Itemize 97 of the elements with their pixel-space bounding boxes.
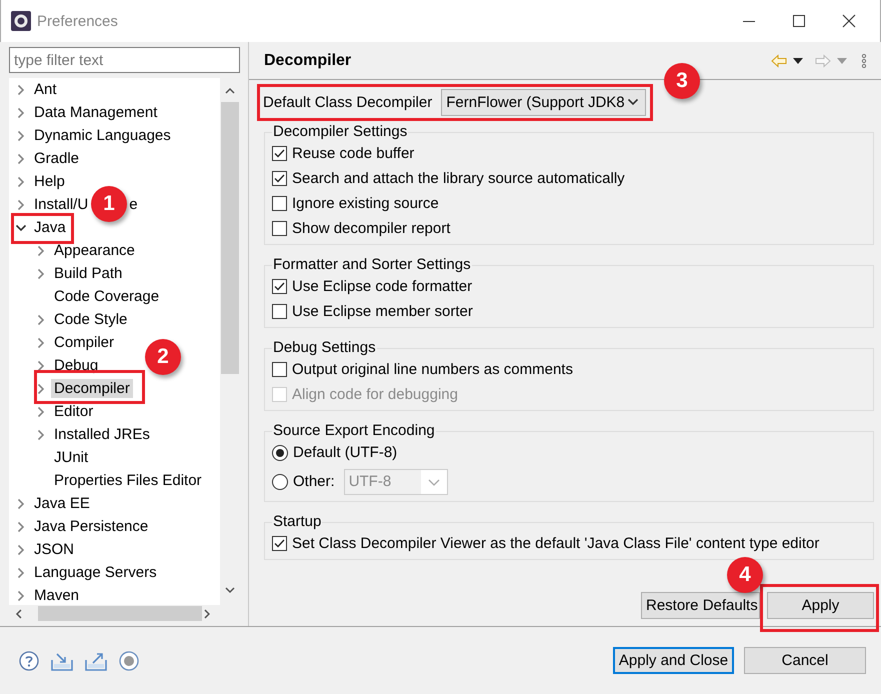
group-title: Startup (272, 513, 322, 531)
tree-item[interactable]: Code Coverage (51, 287, 162, 306)
restore-defaults-button[interactable]: Restore Defaults (641, 592, 760, 619)
checkbox-label: Reuse code buffer (292, 145, 414, 162)
radio-button[interactable] (272, 444, 288, 460)
chevron-right-icon[interactable] (37, 428, 45, 440)
chevron-right-icon[interactable] (17, 498, 25, 510)
tree-item[interactable]: Language Servers (31, 563, 160, 582)
checkbox-label: Use Eclipse code formatter (292, 278, 472, 295)
chevron-right-icon[interactable] (37, 406, 45, 418)
checkbox-label: Use Eclipse member sorter (292, 303, 473, 320)
tree-item[interactable]: Decompiler (51, 379, 133, 398)
radio-label: Default (UTF-8) (293, 444, 398, 461)
group-title: Debug Settings (272, 339, 377, 357)
tree-item[interactable]: Editor (51, 402, 96, 421)
tree-item[interactable]: Ant (31, 80, 60, 99)
tree-item[interactable]: Compiler (51, 333, 118, 352)
step-badge: 4 (727, 557, 763, 593)
checkbox[interactable] (272, 171, 287, 186)
tree-item[interactable]: Java (31, 218, 69, 237)
chevron-right-icon[interactable] (17, 198, 25, 210)
chevron-right-icon[interactable] (37, 336, 45, 348)
chevron-right-icon[interactable] (17, 106, 25, 118)
chevron-right-icon[interactable] (37, 382, 45, 394)
export-icon[interactable] (85, 650, 107, 670)
page-title: Decompiler (264, 52, 352, 70)
chevron-right-icon[interactable] (17, 544, 25, 556)
radio-button[interactable] (272, 474, 288, 490)
scroll-down-icon[interactable] (224, 585, 236, 595)
checkbox-label: Ignore existing source (292, 195, 439, 212)
group-title: Decompiler Settings (272, 123, 408, 141)
scroll-up-icon[interactable] (224, 86, 236, 96)
window-title: Preferences (37, 12, 118, 30)
tree-item[interactable]: Build Path (51, 264, 126, 283)
checkbox[interactable] (272, 304, 287, 319)
tree-item[interactable]: Install/U (31, 195, 92, 214)
tree-item[interactable]: Dynamic Languages (31, 126, 174, 145)
checkbox-label: Output original line numbers as comments (292, 361, 573, 378)
tree-item[interactable]: Maven (31, 586, 82, 605)
import-icon[interactable] (51, 650, 73, 670)
chevron-right-icon[interactable] (37, 268, 45, 280)
chevron-right-icon[interactable] (17, 130, 25, 142)
tree-item[interactable]: JUnit (51, 448, 92, 467)
radio-label: Other: (293, 473, 335, 490)
label-fragment: e (129, 196, 138, 213)
chevron-right-icon[interactable] (37, 244, 45, 256)
record-icon[interactable] (119, 650, 139, 670)
chevron-right-icon[interactable] (17, 152, 25, 164)
filter-field[interactable]: type filter text (9, 47, 240, 73)
forward-arrow-icon[interactable] (815, 54, 831, 68)
checkbox[interactable] (272, 221, 287, 236)
tree-item[interactable]: JSON (31, 540, 78, 559)
close-icon[interactable] (842, 14, 856, 28)
tree-item[interactable]: Gradle (31, 149, 82, 168)
chevron-down-icon[interactable] (627, 98, 640, 106)
group-title: Formatter and Sorter Settings (272, 256, 472, 274)
apply-button[interactable]: Apply (767, 592, 874, 619)
apply-and-close-button[interactable]: Apply and Close (613, 647, 734, 674)
tree-item[interactable]: Code Style (51, 310, 130, 329)
checkbox-label: Set Class Decompiler Viewer as the default 'Java Class File' content type editor (292, 535, 820, 552)
checkbox-label: Align code for debugging (292, 386, 458, 403)
chevron-right-icon[interactable] (17, 84, 25, 96)
chevron-right-icon[interactable] (17, 590, 25, 602)
maximize-icon[interactable] (792, 14, 806, 28)
help-icon[interactable] (19, 650, 39, 670)
checkbox[interactable] (272, 362, 287, 377)
back-arrow-icon[interactable] (771, 54, 787, 68)
tree-item[interactable]: Appearance (51, 241, 138, 260)
decompiler-label: Default Class Decompiler (263, 94, 432, 110)
chevron-right-icon[interactable] (17, 176, 25, 188)
tree-item[interactable]: Java EE (31, 494, 93, 513)
checkbox[interactable] (272, 279, 287, 294)
view-menu-icon[interactable] (861, 54, 867, 68)
app-gear-icon (11, 11, 31, 31)
checkbox[interactable] (272, 196, 287, 211)
chevron-down-icon[interactable] (15, 224, 27, 232)
scroll-left-icon[interactable] (14, 608, 24, 620)
tree-item[interactable]: Help (31, 172, 68, 191)
tree-item[interactable]: Data Management (31, 103, 160, 122)
tree-item[interactable]: Java Persistence (31, 517, 152, 536)
chevron-right-icon[interactable] (37, 314, 45, 326)
scroll-right-icon[interactable] (202, 608, 212, 620)
chevron-right-icon[interactable] (37, 360, 45, 372)
chevron-right-icon[interactable] (17, 566, 25, 578)
decompiler-dropdown[interactable]: FernFlower (Support JDK8 (441, 88, 646, 116)
checkbox[interactable] (272, 146, 287, 161)
cancel-button[interactable]: Cancel (744, 647, 866, 674)
dropdown-icon[interactable] (793, 58, 803, 64)
tree-item[interactable]: Properties Files Editor (51, 471, 205, 490)
checkbox-label: Show decompiler report (292, 220, 450, 237)
tree-item[interactable]: Installed JREs (51, 425, 153, 444)
chevron-right-icon[interactable] (17, 520, 25, 532)
checkbox-label: Search and attach the library source automatically (292, 170, 625, 187)
step-badge: 3 (664, 63, 700, 99)
checkbox[interactable] (272, 536, 287, 551)
group-title: Source Export Encoding (272, 422, 436, 440)
highlight-frame (11, 213, 74, 244)
